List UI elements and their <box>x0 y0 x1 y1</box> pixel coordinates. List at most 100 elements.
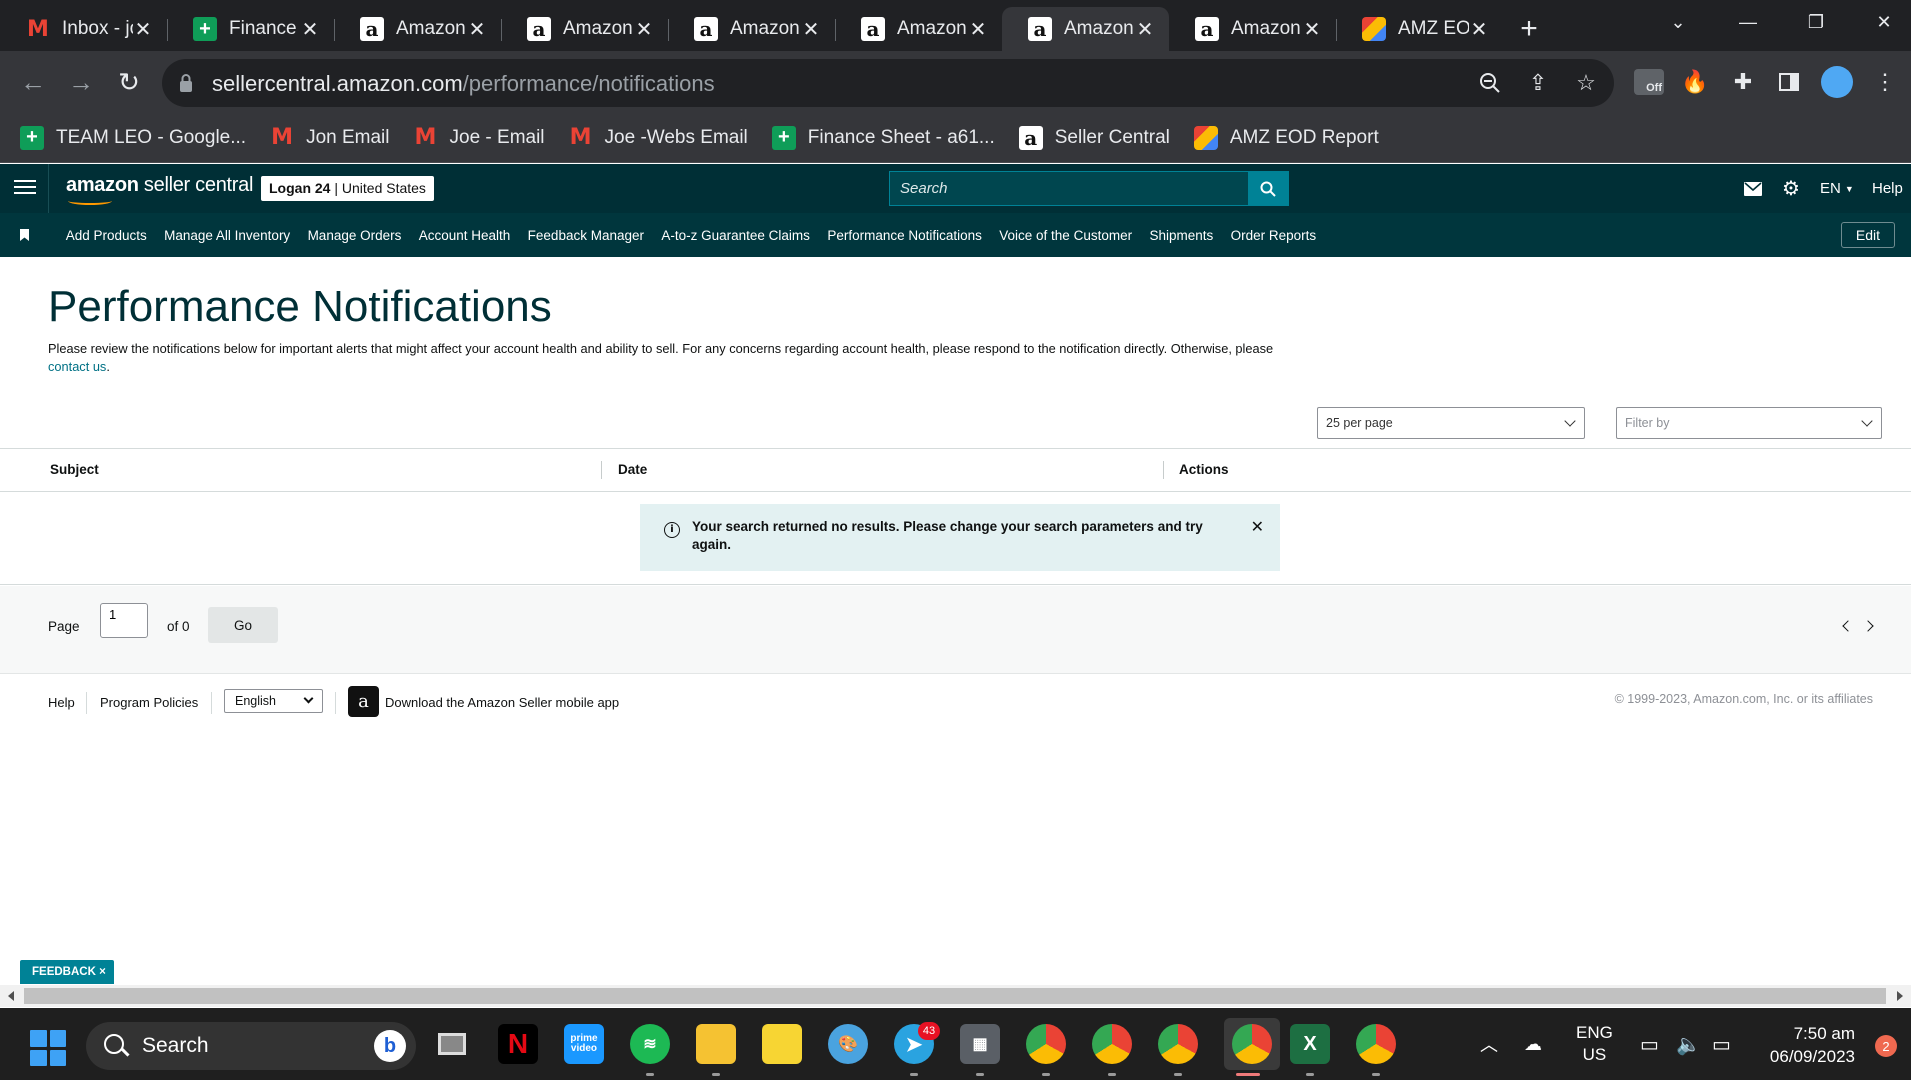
netflix-icon[interactable]: N <box>498 1024 538 1064</box>
address-bar[interactable]: sellercentral.amazon.com/performance/not… <box>162 59 1614 107</box>
taskbar-search[interactable]: Search b <box>86 1022 416 1070</box>
close-icon[interactable]: ✕ <box>1302 17 1322 42</box>
bookmark-team-leo[interactable]: + TEAM LEO - Google... <box>20 125 246 150</box>
feedback-button[interactable]: FEEDBACK × <box>20 960 114 984</box>
footer-help-link[interactable]: Help <box>48 695 75 710</box>
file-explorer-icon[interactable] <box>696 1024 736 1064</box>
nav-manage-all-inventory[interactable]: Manage All Inventory <box>164 228 290 243</box>
nav-performance-notifications[interactable]: Performance Notifications <box>827 228 982 243</box>
window-close-icon[interactable]: ✕ <box>1856 0 1911 44</box>
bookmark-finance-sheet[interactable]: + Finance Sheet - a61... <box>771 125 995 150</box>
excel-icon[interactable]: X <box>1290 1024 1330 1064</box>
messages-icon[interactable] <box>1744 164 1762 213</box>
extensions-puzzle-icon[interactable]: ✚ <box>1726 65 1760 99</box>
notification-count[interactable]: 2 <box>1875 1035 1897 1057</box>
footer-language-select[interactable]: English <box>224 689 323 713</box>
system-clock[interactable]: 7:50 am 06/09/2023 <box>1770 1022 1855 1068</box>
download-app-link[interactable]: Download the Amazon Seller mobile app <box>385 695 619 710</box>
battery-icon[interactable]: ▭ <box>1712 1008 1731 1080</box>
close-icon[interactable]: ✕ <box>133 17 153 42</box>
tab-finance[interactable]: + Finance S ✕ <box>167 7 334 51</box>
scroll-left-icon[interactable] <box>8 991 14 1001</box>
onedrive-error-icon[interactable]: ☁ <box>1524 1008 1542 1080</box>
nav-voice-of-customer[interactable]: Voice of the Customer <box>999 228 1132 243</box>
amazon-app-icon[interactable]: a <box>348 686 379 717</box>
nav-shipments[interactable]: Shipments <box>1149 228 1213 243</box>
bookmark-icon[interactable] <box>20 229 29 241</box>
new-tab-button[interactable]: + <box>1503 7 1555 51</box>
zoom-icon[interactable] <box>1476 69 1504 97</box>
horizontal-scrollbar[interactable] <box>0 985 1911 1007</box>
column-subject[interactable]: Subject <box>50 462 99 477</box>
paint-icon[interactable]: 🎨 <box>828 1024 868 1064</box>
forward-icon[interactable]: → <box>64 65 98 99</box>
nav-a-to-z-claims[interactable]: A-to-z Guarantee Claims <box>661 228 810 243</box>
contact-us-link[interactable]: contact us <box>48 359 106 374</box>
sticky-notes-icon[interactable] <box>762 1024 802 1064</box>
chrome-profile-4-icon[interactable] <box>1356 1024 1396 1064</box>
windows-start-icon[interactable] <box>30 1030 66 1066</box>
close-icon[interactable]: ✕ <box>300 17 320 42</box>
bookmark-joe-email[interactable]: M Joe - Email <box>414 125 545 150</box>
tab-amazon-active[interactable]: a Amazon ✕ <box>1002 7 1169 51</box>
edit-nav-button[interactable]: Edit <box>1840 222 1895 248</box>
extension-off-icon[interactable]: Off <box>1632 65 1666 99</box>
chrome-profile-1-icon[interactable] <box>1026 1024 1066 1064</box>
chrome-profile-3-icon[interactable] <box>1158 1024 1198 1064</box>
account-switcher[interactable]: Logan 24 | United States <box>261 176 434 201</box>
close-icon[interactable]: ✕ <box>1251 517 1264 537</box>
profile-avatar[interactable] <box>1820 65 1854 99</box>
volume-icon[interactable]: 🔈 <box>1676 1008 1701 1080</box>
input-language[interactable]: ENG US <box>1576 1008 1613 1080</box>
fire-extension-icon[interactable]: 🔥 <box>1678 65 1712 99</box>
search-input[interactable] <box>890 172 1248 205</box>
bookmark-amz-eod-report[interactable]: AMZ EOD Report <box>1193 125 1379 150</box>
show-hidden-icons-chevron[interactable]: ︿ <box>1480 1008 1498 1080</box>
program-policies-link[interactable]: Program Policies <box>100 695 198 710</box>
nav-manage-orders[interactable]: Manage Orders <box>308 228 402 243</box>
close-icon[interactable]: ✕ <box>467 17 487 42</box>
bookmark-jon-email[interactable]: M Jon Email <box>270 125 389 150</box>
bookmark-seller-central[interactable]: a Seller Central <box>1018 125 1170 150</box>
page-number-input[interactable] <box>100 603 148 638</box>
bing-icon[interactable]: b <box>374 1030 406 1062</box>
tab-amazon-2[interactable]: a Amazon ✕ <box>501 7 668 51</box>
task-view-icon[interactable] <box>432 1024 472 1064</box>
tab-amz-eod[interactable]: AMZ EOI ✕ <box>1336 7 1503 51</box>
chrome-menu-icon[interactable]: ⋮ <box>1868 65 1902 99</box>
search-button[interactable] <box>1248 172 1288 205</box>
language-selector[interactable]: EN ▼ <box>1820 164 1854 213</box>
close-icon[interactable]: ✕ <box>1469 17 1489 42</box>
chrome-profile-2-icon[interactable] <box>1092 1024 1132 1064</box>
spotify-icon[interactable]: ≋ <box>630 1024 670 1064</box>
tab-amazon-1[interactable]: a Amazon ✕ <box>334 7 501 51</box>
hamburger-menu-icon[interactable] <box>14 176 36 200</box>
nav-add-products[interactable]: Add Products <box>66 228 147 243</box>
next-page-icon[interactable] <box>1862 620 1874 632</box>
share-icon[interactable]: ⇪ <box>1524 69 1552 97</box>
restore-icon[interactable]: ❐ <box>1788 0 1844 44</box>
chrome-active-window[interactable] <box>1224 1018 1280 1070</box>
close-icon[interactable]: ✕ <box>968 17 988 42</box>
close-icon[interactable]: ✕ <box>1135 17 1155 42</box>
scrollbar-thumb[interactable] <box>24 988 1886 1004</box>
tab-inbox[interactable]: M Inbox - jo ✕ <box>0 7 167 51</box>
help-link[interactable]: Help <box>1872 164 1903 213</box>
network-icon[interactable]: ▭ <box>1640 1008 1659 1080</box>
go-button[interactable]: Go <box>208 607 278 643</box>
prime-video-icon[interactable]: prime video <box>564 1024 604 1064</box>
tab-amazon-3[interactable]: a Amazon ✕ <box>668 7 835 51</box>
minimize-icon[interactable]: — <box>1720 0 1776 44</box>
tab-amazon-6[interactable]: a Amazon ✕ <box>1169 7 1336 51</box>
bookmark-star-icon[interactable]: ☆ <box>1572 69 1600 97</box>
nav-order-reports[interactable]: Order Reports <box>1231 228 1317 243</box>
per-page-select[interactable]: 25 per page <box>1317 407 1585 439</box>
previous-page-icon[interactable] <box>1842 620 1854 632</box>
bookmark-joe-webs-email[interactable]: M Joe -Webs Email <box>569 125 748 150</box>
column-date[interactable]: Date <box>618 462 647 477</box>
close-icon[interactable]: ✕ <box>634 17 654 42</box>
back-icon[interactable]: ← <box>16 65 50 99</box>
tab-amazon-4[interactable]: a Amazon ✕ <box>835 7 1002 51</box>
nav-account-health[interactable]: Account Health <box>419 228 511 243</box>
close-icon[interactable]: ✕ <box>801 17 821 42</box>
